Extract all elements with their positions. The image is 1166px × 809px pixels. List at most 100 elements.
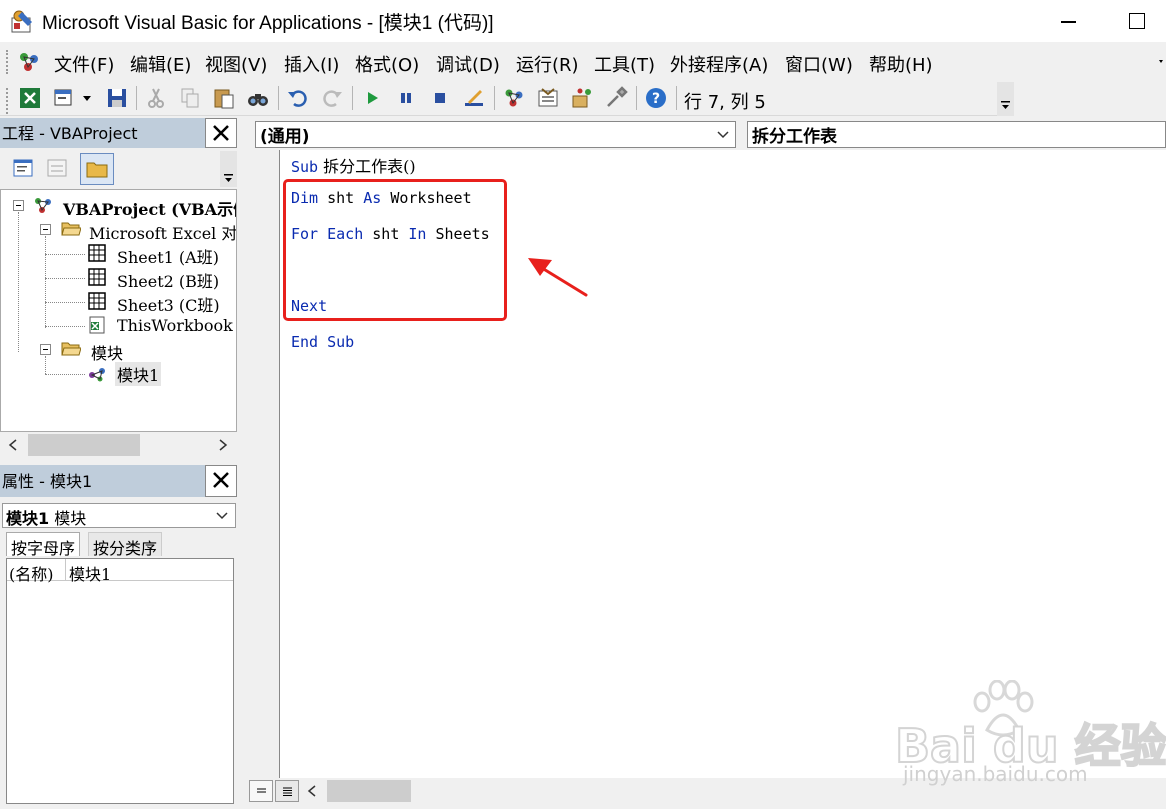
tree-item-modules[interactable]: 模块	[91, 340, 123, 364]
toolbar-separator	[636, 86, 637, 110]
close-icon	[213, 125, 229, 141]
menu-file[interactable]: 文件(F)	[52, 51, 116, 77]
tree-item-sheet1[interactable]: Sheet1 (A班)	[117, 244, 219, 268]
tree-connector	[45, 278, 85, 279]
menu-run[interactable]: 运行(R)	[514, 51, 581, 77]
view-object-icon[interactable]	[46, 157, 68, 179]
properties-pane-title: 属性 - 模块1	[2, 472, 93, 491]
tree-connector	[45, 236, 46, 328]
chevron-down-icon	[1001, 101, 1010, 109]
tab-categorized[interactable]: 按分类序	[88, 532, 163, 558]
copy-icon[interactable]	[178, 86, 202, 110]
toggle-folders-button[interactable]	[80, 153, 114, 185]
tree-item-excel-objects[interactable]: Microsoft Excel 对	[89, 220, 236, 244]
object-browser-icon[interactable]	[570, 86, 594, 110]
tree-collapse-toggle[interactable]	[40, 224, 51, 235]
vba-app-icon	[11, 10, 32, 33]
menu-view[interactable]: 视图(V)	[203, 51, 269, 77]
code-line-1[interactable]: Sub 拆分工作表()	[291, 153, 416, 177]
help-icon[interactable]: ?	[644, 86, 668, 110]
toolbar-separator	[676, 86, 677, 110]
paste-icon[interactable]	[212, 86, 236, 110]
undo-icon[interactable]	[286, 86, 310, 110]
folder-icon	[86, 162, 108, 178]
chevron-left-icon[interactable]	[8, 439, 18, 451]
red-arrow-annotation	[528, 258, 588, 297]
folder-open-icon	[61, 222, 81, 236]
tab-alphabetic[interactable]: 按字母序	[6, 532, 81, 558]
menu-bar: 文件(F) 编辑(E) 视图(V) 插入(I) 格式(O) 调试(D) 运行(R…	[0, 44, 1166, 80]
menu-debug[interactable]: 调试(D)	[434, 51, 502, 77]
toolbar-separator	[136, 86, 137, 110]
scroll-thumb[interactable]	[327, 780, 411, 802]
insert-userform-icon[interactable]	[52, 86, 76, 110]
procedure-view-button[interactable]	[249, 780, 273, 802]
code-text: 拆分工作表()	[318, 157, 416, 176]
watermark-url: jingyan.baidu.com	[903, 762, 1088, 786]
properties-window-icon[interactable]	[536, 86, 560, 110]
highlight-annotation-box	[283, 179, 507, 321]
menu-format[interactable]: 格式(O)	[353, 51, 421, 77]
tree-item-sheet3[interactable]: Sheet3 (C班)	[117, 292, 220, 316]
vbaproject-icon	[35, 198, 51, 213]
menu-addins[interactable]: 外接程序(A)	[668, 51, 770, 77]
tree-collapse-toggle[interactable]	[40, 344, 51, 355]
maximize-button[interactable]	[1118, 8, 1154, 34]
break-icon[interactable]	[394, 86, 418, 110]
tree-connector	[18, 212, 19, 352]
toolbar-grip[interactable]	[6, 88, 10, 114]
reset-icon[interactable]	[428, 86, 452, 110]
properties-pane-close-button[interactable]	[205, 465, 237, 497]
tree-horizontal-scrollbar[interactable]	[0, 432, 237, 458]
project-explorer-icon[interactable]	[502, 86, 526, 110]
menu-overflow-icon[interactable]	[1156, 56, 1166, 66]
standard-toolbar: ? 行 7, 列 5	[0, 80, 1166, 118]
object-combo[interactable]	[255, 121, 736, 148]
menu-window[interactable]: 窗口(W)	[783, 51, 855, 77]
insert-dropdown-icon[interactable]	[78, 86, 96, 110]
cut-icon[interactable]	[144, 86, 168, 110]
object-combo-value: (通用)	[260, 127, 310, 147]
svg-text:?: ?	[652, 91, 660, 107]
full-module-view-button[interactable]	[275, 780, 299, 802]
run-icon[interactable]	[360, 86, 384, 110]
project-pane-toolbar	[0, 149, 237, 189]
redo-icon[interactable]	[320, 86, 344, 110]
toolbox-icon[interactable]	[604, 86, 628, 110]
view-excel-icon[interactable]	[18, 86, 42, 110]
tree-item-module1[interactable]: 模块1	[115, 362, 162, 386]
design-mode-icon[interactable]	[462, 86, 486, 110]
property-name-value[interactable]: 模块1	[69, 561, 111, 585]
tree-connector	[45, 326, 85, 327]
tree-item-sheet2[interactable]: Sheet2 (B班)	[117, 268, 219, 292]
tree-collapse-toggle[interactable]	[13, 200, 24, 211]
chevron-left-icon[interactable]	[307, 785, 317, 797]
code-margin[interactable]	[247, 150, 280, 778]
module-icon	[89, 368, 105, 382]
menu-help[interactable]: 帮助(H)	[867, 51, 935, 77]
vba-editor-window: Microsoft Visual Basic for Applications …	[0, 0, 1166, 809]
project-toolbar-overflow[interactable]	[220, 151, 237, 187]
tree-item-vbaproject[interactable]: VBAProject (VBA示例	[63, 196, 236, 220]
toolbar-overflow-button[interactable]	[997, 82, 1014, 116]
find-icon[interactable]	[246, 86, 270, 110]
tree-connector	[45, 374, 85, 375]
chevron-right-icon[interactable]	[218, 439, 228, 451]
chevron-down-icon	[224, 174, 233, 182]
excel-vba-icon[interactable]	[16, 49, 42, 75]
save-icon[interactable]	[105, 86, 129, 110]
project-pane-close-button[interactable]	[205, 118, 237, 148]
code-line-5[interactable]: End Sub	[291, 333, 354, 351]
menu-edit[interactable]: 编辑(E)	[128, 51, 193, 77]
scroll-thumb[interactable]	[28, 434, 140, 456]
tree-item-thisworkbook[interactable]: ThisWorkbook	[117, 316, 233, 335]
object-name: 模块1	[6, 509, 50, 528]
tree-connector	[45, 302, 85, 303]
minimize-button[interactable]	[1048, 8, 1088, 34]
menu-tools[interactable]: 工具(T)	[592, 51, 657, 77]
menu-insert[interactable]: 插入(I)	[282, 51, 341, 77]
property-row[interactable]: (名称) 模块1	[7, 559, 233, 584]
view-code-icon[interactable]	[12, 157, 34, 179]
menubar-grip[interactable]	[6, 50, 10, 74]
chevron-down-icon	[717, 131, 729, 139]
